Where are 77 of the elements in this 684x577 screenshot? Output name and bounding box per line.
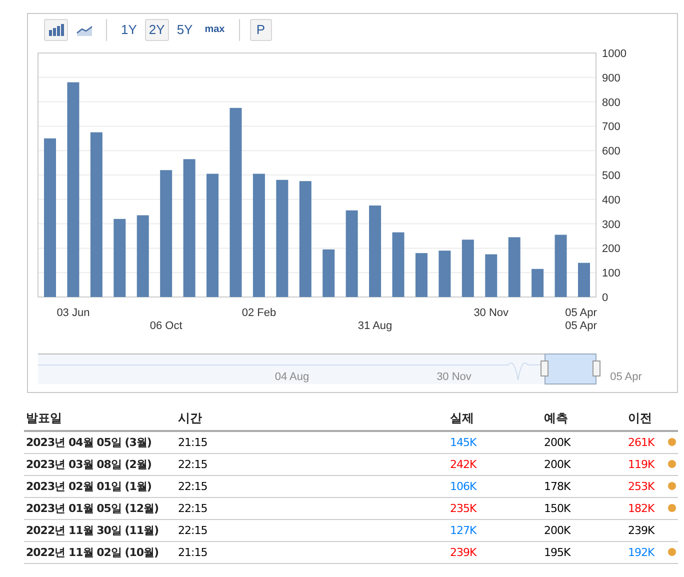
bar <box>415 253 428 297</box>
column-header: 이전 <box>626 406 666 431</box>
column-header: 실제 <box>448 406 542 431</box>
x-axis-label: 02 Feb <box>242 307 276 319</box>
navigator-label: 05 Apr <box>610 371 642 383</box>
navigator-label: 30 Nov <box>436 371 472 383</box>
chart-type-button[interactable] <box>44 18 68 40</box>
y-axis-label: 0 <box>602 292 608 304</box>
table-cell: 239K <box>626 520 666 542</box>
table-cell: 22:15 <box>176 454 448 476</box>
table-cell: 127K <box>448 520 542 542</box>
navigator-selection[interactable] <box>544 354 596 384</box>
y-axis-label: 200 <box>602 243 620 256</box>
table-cell: 200K <box>542 454 626 476</box>
range-button[interactable]: 2Y <box>144 18 169 40</box>
table-cell: 253K <box>626 476 666 498</box>
table-cell: 22:15 <box>176 498 448 520</box>
y-axis-label: 400 <box>602 194 620 206</box>
table-cell: 106K <box>448 476 542 498</box>
bar <box>392 232 404 297</box>
table-cell: 235K <box>448 498 542 520</box>
range-button[interactable]: 5Y <box>172 18 197 40</box>
x-axis-label: 06 Oct <box>150 320 182 332</box>
table-cell: 21:15 <box>176 431 448 454</box>
table-cell: 2022년 11월 30일 (11월) <box>24 520 176 542</box>
y-axis-label: 700 <box>602 121 620 134</box>
x-axis-label: 05 Apr <box>565 307 597 319</box>
range-button[interactable]: 1Y <box>117 18 141 40</box>
table-cell: 178K <box>542 476 626 498</box>
table-cell: 200K <box>542 520 626 542</box>
column-header: 시간 <box>176 406 448 431</box>
y-axis-label: 300 <box>602 218 620 231</box>
table-cell: 195K <box>542 542 626 564</box>
table-cell: 182K <box>626 498 666 520</box>
x-axis-label: 05 Apr <box>565 320 597 332</box>
column-header: 예측 <box>542 406 626 431</box>
bar <box>532 268 544 297</box>
table-cell: 2023년 02월 01일 (1월) <box>24 476 176 498</box>
range-button[interactable]: max <box>200 18 229 40</box>
y-axis-label: 500 <box>602 170 620 182</box>
bar <box>485 254 498 297</box>
table-cell: 2022년 11월 02일 (10월) <box>24 542 176 564</box>
table-cell: 192K <box>626 542 666 564</box>
y-axis-label: 1000 <box>602 48 626 60</box>
table-cell: 145K <box>448 431 542 454</box>
bar <box>578 262 590 297</box>
bar <box>322 249 335 297</box>
table-cell: 2023년 01월 05일 (12월) <box>24 498 176 520</box>
x-axis-label: 31 Aug <box>358 320 392 332</box>
y-axis-label: 800 <box>602 96 620 109</box>
table-cell: 242K <box>448 454 542 476</box>
navigator-handle[interactable] <box>540 360 548 376</box>
y-axis-label: 900 <box>602 72 620 84</box>
bar-chart-icon <box>48 24 64 36</box>
table-cell: 21:15 <box>176 542 448 564</box>
table-cell: 200K <box>542 431 626 454</box>
bar <box>508 237 520 297</box>
table-cell: 261K <box>626 431 666 454</box>
navigator-label: 04 Aug <box>274 371 310 383</box>
line-chart-icon <box>76 24 92 36</box>
table-cell: 2023년 04월 05일 (3월) <box>24 431 176 454</box>
navigator-handle[interactable] <box>592 360 600 376</box>
x-axis-label: 03 Jun <box>56 307 90 319</box>
y-axis-label: 100 <box>602 268 620 280</box>
table-cell: 150K <box>542 498 626 520</box>
bar <box>438 250 451 297</box>
table-cell: 239K <box>448 542 542 564</box>
bar <box>554 234 567 297</box>
x-axis-label: 30 Nov <box>474 307 509 319</box>
table-cell: 22:15 <box>176 520 448 542</box>
y-axis-label: 600 <box>602 146 620 158</box>
table-cell: 22:15 <box>176 476 448 498</box>
bar <box>462 240 474 297</box>
table-cell: 119K <box>626 454 666 476</box>
p-button[interactable]: P <box>250 18 272 40</box>
table-cell: 2023년 03월 08일 (2월) <box>24 454 176 476</box>
column-header: 발표일 <box>24 406 176 431</box>
